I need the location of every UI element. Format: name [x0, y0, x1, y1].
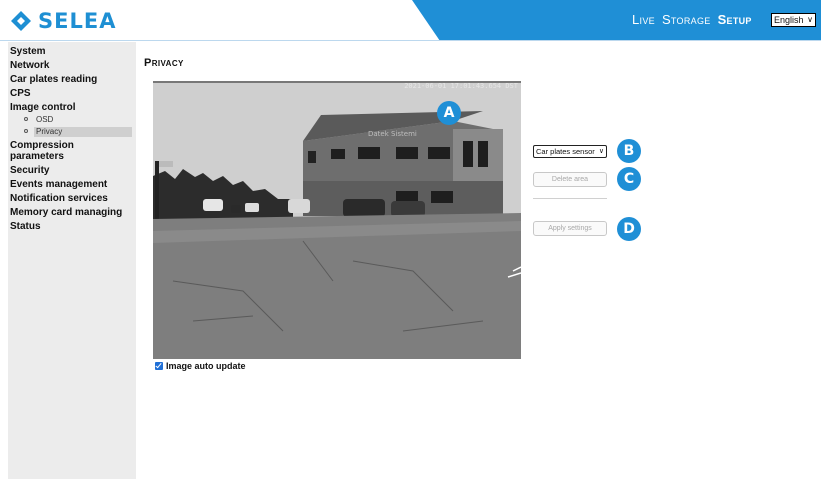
- checkbox-checked-icon[interactable]: [155, 362, 163, 370]
- sidebar-item-compression-parameters[interactable]: Compression parameters: [8, 140, 88, 162]
- sidebar-item-image-control[interactable]: Image control: [8, 102, 136, 113]
- sidebar-subitem-label: Privacy: [34, 126, 132, 137]
- sensor-select[interactable]: Car plates sensor ∨: [533, 145, 607, 158]
- badge-a: A: [437, 101, 461, 125]
- image-auto-update-toggle[interactable]: Image auto update: [155, 361, 246, 371]
- header: SELEA Live Storage Setup English ∨: [0, 0, 821, 41]
- badge-c: C: [617, 167, 641, 191]
- top-nav: Live Storage Setup: [632, 12, 752, 27]
- sidebar-item-memory-card-managing[interactable]: Memory card managing: [8, 207, 136, 218]
- chevron-down-icon: ∨: [807, 15, 813, 24]
- sidebar-item-events-management[interactable]: Events management: [8, 179, 136, 190]
- language-select-value: English: [774, 15, 804, 25]
- sidebar-item-notification-services[interactable]: Notification services: [8, 193, 136, 204]
- camera-image[interactable]: Datek Sistemi 2021-06-01 17:01:43.654 DS…: [153, 81, 521, 359]
- camera-scene: Datek Sistemi: [153, 81, 521, 359]
- nav-setup[interactable]: Setup: [718, 12, 752, 27]
- building-sign: Datek Sistemi: [368, 130, 417, 138]
- sidebar-item-network[interactable]: Network: [8, 60, 136, 71]
- header-divider: [0, 40, 821, 41]
- chevron-down-icon: ∨: [598, 148, 604, 155]
- sidebar: System Network Car plates reading CPS Im…: [8, 42, 136, 479]
- sidebar-item-status[interactable]: Status: [8, 221, 136, 232]
- badge-b: B: [617, 139, 641, 163]
- sidebar-item-car-plates-reading[interactable]: Car plates reading: [8, 74, 136, 85]
- sidebar-item-system[interactable]: System: [8, 46, 136, 57]
- logo[interactable]: SELEA: [10, 8, 116, 34]
- sidebar-subitem-privacy[interactable]: Privacy: [8, 126, 136, 137]
- nav-storage[interactable]: Storage: [662, 12, 711, 27]
- sidebar-item-cps[interactable]: CPS: [8, 88, 136, 99]
- page-title: Privacy: [144, 57, 184, 69]
- sidebar-item-security[interactable]: Security: [8, 165, 136, 176]
- nav-live[interactable]: Live: [632, 12, 655, 27]
- delete-area-button[interactable]: Delete area: [533, 172, 607, 187]
- divider: [533, 198, 607, 199]
- language-select[interactable]: English ∨: [771, 13, 816, 27]
- camera-timestamp: 2021-06-01 17:01:43.654 DST: [404, 82, 518, 90]
- apply-settings-button[interactable]: Apply settings: [533, 221, 607, 236]
- image-auto-update-label: Image auto update: [166, 361, 246, 371]
- logo-diamond-icon: [11, 11, 31, 31]
- bullet-icon: [24, 117, 28, 121]
- sidebar-subitem-osd[interactable]: OSD: [8, 114, 136, 125]
- badge-d: D: [617, 217, 641, 241]
- logo-text: SELEA: [38, 9, 117, 33]
- sensor-select-value: Car plates sensor: [536, 147, 595, 156]
- bullet-icon: [24, 129, 28, 133]
